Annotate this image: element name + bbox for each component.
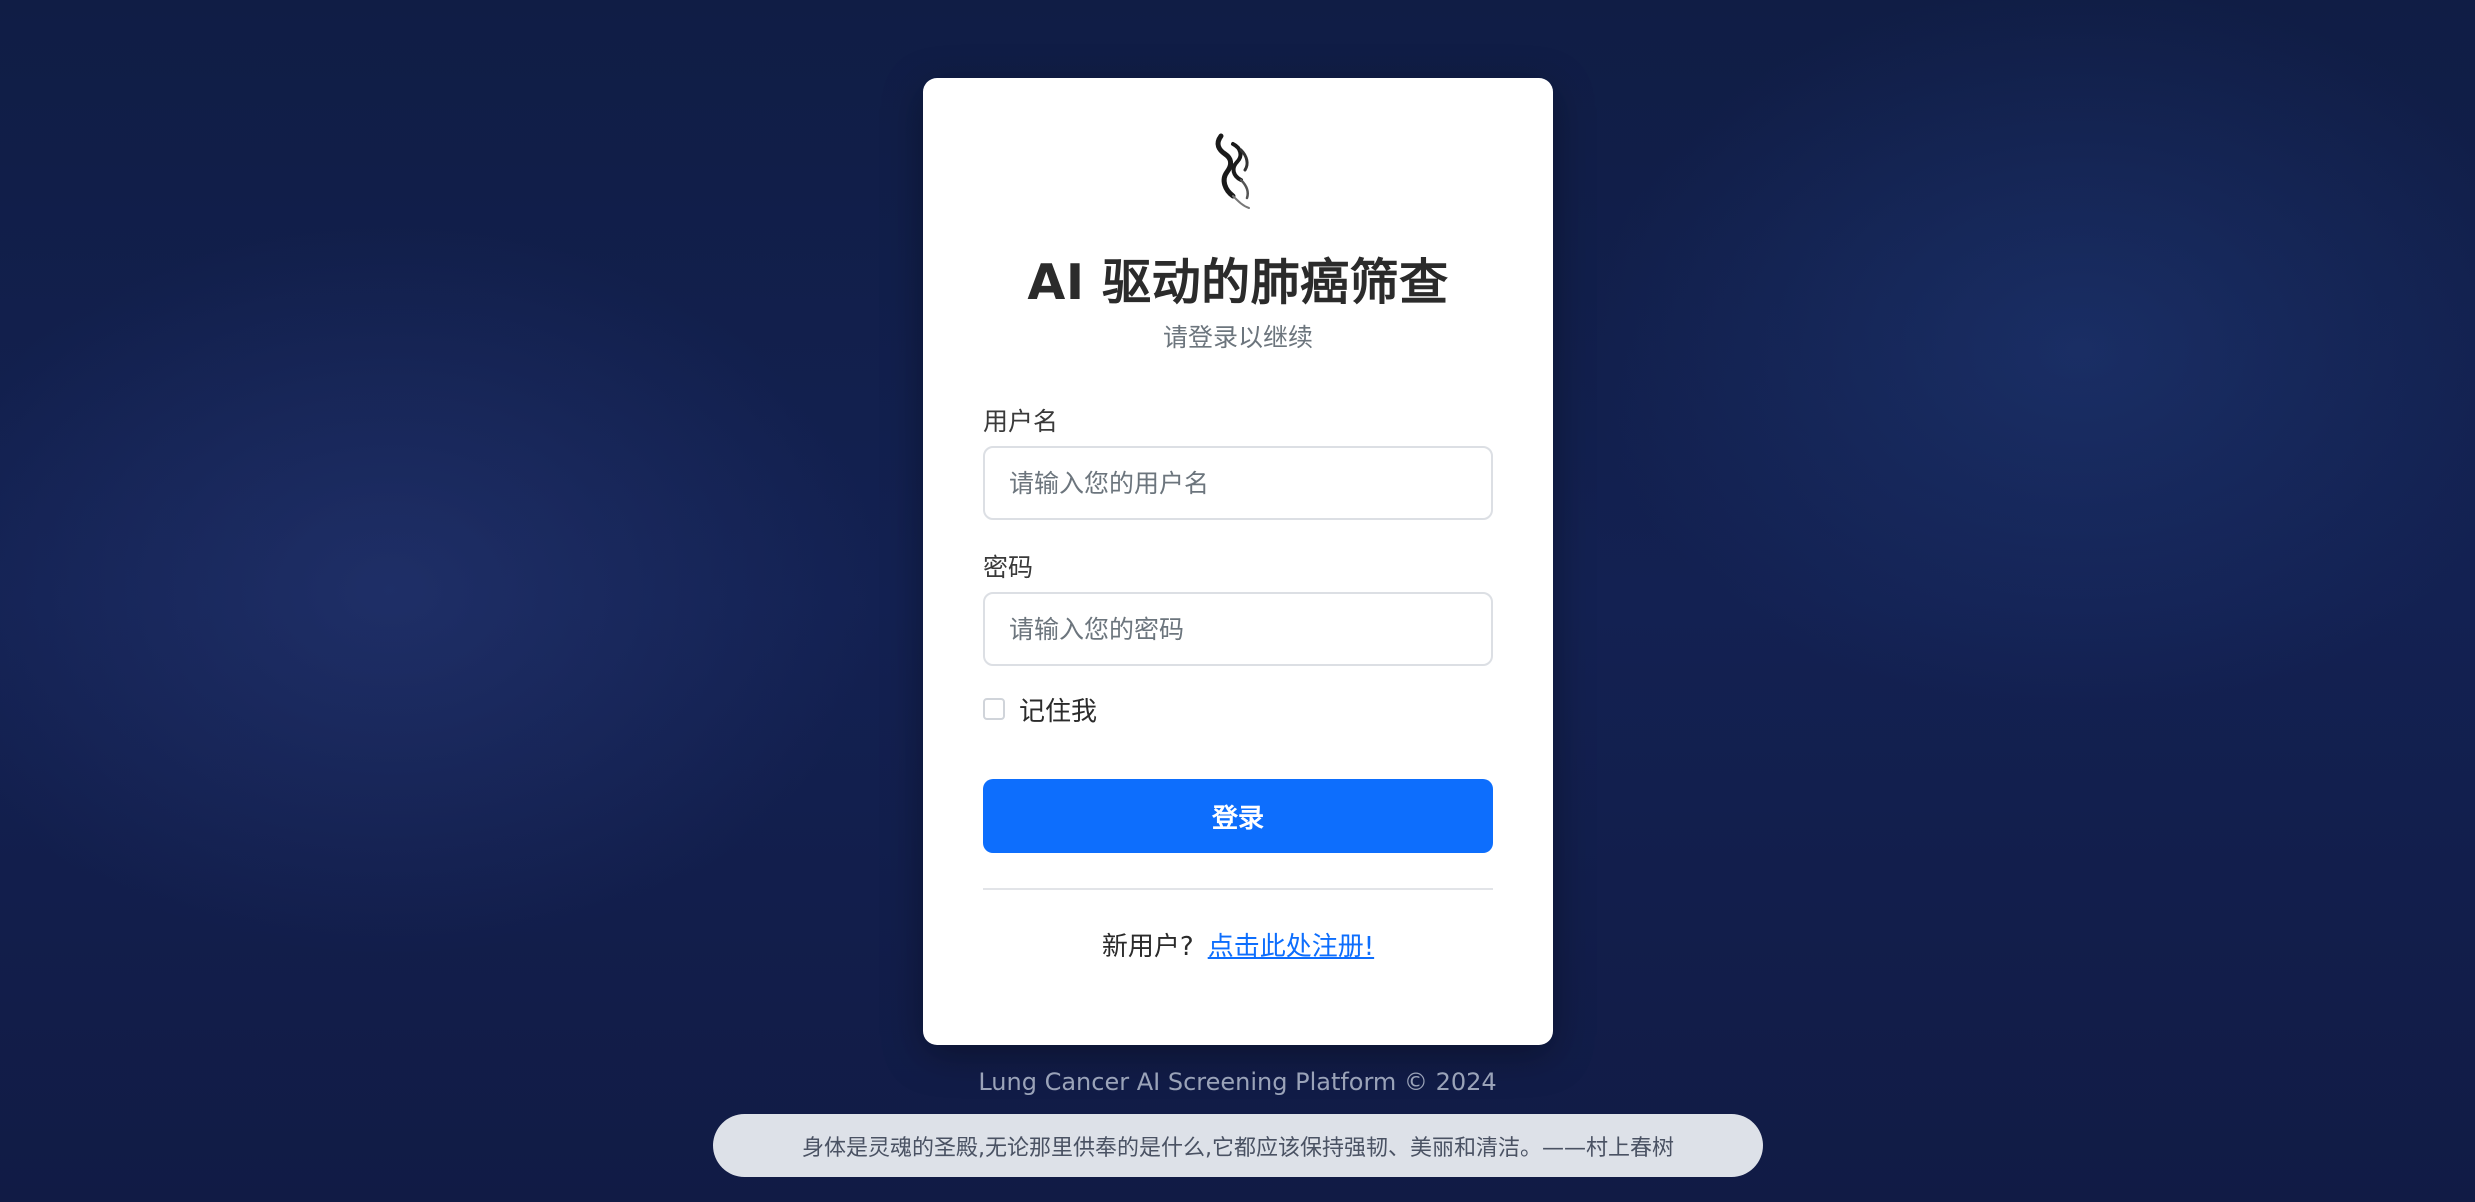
register-row: 新用户? 点击此处注册!: [923, 926, 1553, 963]
login-card: AI 驱动的肺癌筛查 请登录以继续 用户名 密码 记住我 登录 新用户? 点击此处…: [923, 78, 1553, 1045]
register-link[interactable]: 点击此处注册!: [1208, 932, 1374, 962]
divider: [983, 888, 1493, 890]
lung-ribbon-icon: [1215, 133, 1250, 209]
username-label: 用户名: [983, 407, 1059, 436]
page-title: AI 驱动的肺癌筛查: [1027, 254, 1449, 311]
remember-me-checkbox[interactable]: [983, 698, 1005, 720]
remember-me-label[interactable]: 记住我: [1019, 691, 1097, 728]
remember-me-row[interactable]: 记住我: [983, 691, 1097, 727]
password-label: 密码: [983, 553, 1034, 582]
login-button[interactable]: 登录: [983, 779, 1493, 853]
password-input[interactable]: [983, 592, 1493, 666]
register-prompt: 新用户?: [1101, 932, 1194, 962]
footer-copyright: Lung Cancer AI Screening Platform © 2024: [978, 1068, 1497, 1096]
username-input[interactable]: [983, 446, 1493, 520]
quote-banner: 身体是灵魂的圣殿,无论那里供奉的是什么,它都应该保持强韧、美丽和清洁。——村上春…: [713, 1114, 1763, 1177]
page-subtitle: 请登录以继续: [1162, 323, 1313, 352]
quote-text: 身体是灵魂的圣殿,无论那里供奉的是什么,它都应该保持强韧、美丽和清洁。——村上春…: [802, 1135, 1674, 1161]
